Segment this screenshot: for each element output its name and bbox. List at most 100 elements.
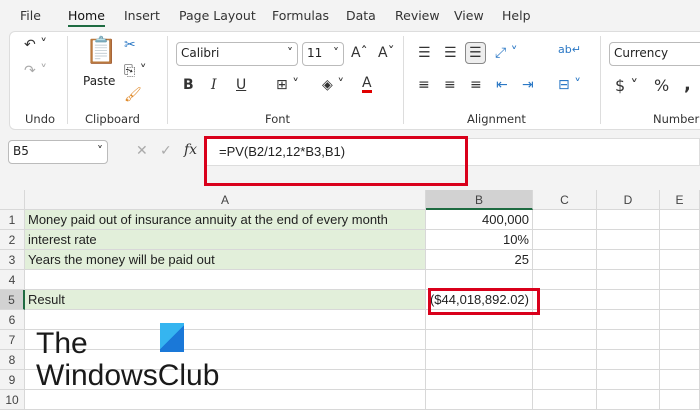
tab-insert[interactable]: Insert xyxy=(124,8,160,23)
tab-view[interactable]: View xyxy=(454,8,484,23)
cell-d5[interactable] xyxy=(597,290,660,310)
decrease-indent-icon[interactable]: ⇤ xyxy=(496,78,508,92)
cell-c6[interactable] xyxy=(533,310,597,330)
align-middle-icon[interactable]: ☰ xyxy=(444,46,457,60)
cell-c5[interactable] xyxy=(533,290,597,310)
cell-c4[interactable] xyxy=(533,270,597,290)
row-header[interactable]: 6 xyxy=(0,310,25,330)
cell-b2[interactable]: 10% xyxy=(426,230,533,250)
align-bottom-icon[interactable]: ☰ xyxy=(465,42,486,64)
column-header-d[interactable]: D xyxy=(597,190,660,210)
comma-icon[interactable]: , xyxy=(684,76,691,94)
cell-c7[interactable] xyxy=(533,330,597,350)
cell-e3[interactable] xyxy=(660,250,700,270)
align-top-icon[interactable]: ☰ xyxy=(418,46,431,60)
cell-e8[interactable] xyxy=(660,350,700,370)
merge-center-icon[interactable]: ⊟ ˅ xyxy=(558,78,581,92)
tab-formulas[interactable]: Formulas xyxy=(272,8,329,23)
tab-page-layout[interactable]: Page Layout xyxy=(179,8,256,23)
row-header[interactable]: 3 xyxy=(0,250,25,270)
cell-a1[interactable]: Money paid out of insurance annuity at t… xyxy=(25,210,426,230)
cell-b10[interactable] xyxy=(426,390,533,410)
cell-e10[interactable] xyxy=(660,390,700,410)
cell-a4[interactable] xyxy=(25,270,426,290)
insert-function-button[interactable]: fx xyxy=(184,143,197,157)
fill-color-icon[interactable]: ◈ ˅ xyxy=(322,78,344,92)
cell-d1[interactable] xyxy=(597,210,660,230)
enter-icon[interactable]: ✓ xyxy=(160,144,172,158)
cell-e4[interactable] xyxy=(660,270,700,290)
cell-d7[interactable] xyxy=(597,330,660,350)
cell-e2[interactable] xyxy=(660,230,700,250)
redo-icon[interactable]: ↷ ˅ xyxy=(24,64,47,78)
cell-c2[interactable] xyxy=(533,230,597,250)
tab-home[interactable]: Home xyxy=(68,8,105,27)
cell-d9[interactable] xyxy=(597,370,660,390)
cell-c3[interactable] xyxy=(533,250,597,270)
format-painter-icon[interactable]: 🖌 xyxy=(124,88,142,102)
cell-b3[interactable]: 25 xyxy=(426,250,533,270)
tab-review[interactable]: Review xyxy=(395,8,440,23)
cell-a2[interactable]: interest rate xyxy=(25,230,426,250)
row-header[interactable]: 1 xyxy=(0,210,25,230)
select-all-corner[interactable] xyxy=(0,190,25,210)
row-header[interactable]: 5 xyxy=(0,290,25,310)
cell-b9[interactable] xyxy=(426,370,533,390)
wrap-text-icon[interactable]: ab↵ xyxy=(558,44,581,55)
align-center-icon[interactable]: ≡ xyxy=(444,78,456,92)
paste-button[interactable]: Paste xyxy=(83,74,115,88)
orientation-icon[interactable]: ⤢ ˅ xyxy=(495,46,518,60)
align-right-icon[interactable]: ≡ xyxy=(470,78,482,92)
cell-e5[interactable] xyxy=(660,290,700,310)
cell-d10[interactable] xyxy=(597,390,660,410)
cell-d3[interactable] xyxy=(597,250,660,270)
cell-e9[interactable] xyxy=(660,370,700,390)
font-size-select[interactable]: 11 ˅ xyxy=(302,42,344,66)
number-format-select[interactable]: Currency xyxy=(609,42,700,66)
cell-c10[interactable] xyxy=(533,390,597,410)
paste-icon[interactable]: 📋 xyxy=(85,38,117,64)
italic-button[interactable]: I xyxy=(211,78,217,92)
cell-c8[interactable] xyxy=(533,350,597,370)
cell-c1[interactable] xyxy=(533,210,597,230)
cell-b7[interactable] xyxy=(426,330,533,350)
cell-a10[interactable] xyxy=(25,390,426,410)
cell-d4[interactable] xyxy=(597,270,660,290)
row-header[interactable]: 9 xyxy=(0,370,25,390)
undo-icon[interactable]: ↶ ˅ xyxy=(24,38,47,52)
cell-e6[interactable] xyxy=(660,310,700,330)
tab-data[interactable]: Data xyxy=(346,8,376,23)
cell-a5[interactable]: Result xyxy=(25,290,426,310)
row-header[interactable]: 10 xyxy=(0,390,25,410)
increase-font-icon[interactable]: Aˆ xyxy=(351,46,368,60)
tab-help[interactable]: Help xyxy=(502,8,531,23)
row-header[interactable]: 8 xyxy=(0,350,25,370)
cell-e7[interactable] xyxy=(660,330,700,350)
percent-icon[interactable]: % xyxy=(654,78,669,94)
decrease-font-icon[interactable]: Aˇ xyxy=(378,46,395,60)
cell-c9[interactable] xyxy=(533,370,597,390)
borders-icon[interactable]: ⊞ ˅ xyxy=(276,78,299,92)
bold-button[interactable]: B xyxy=(183,78,194,92)
cell-b4[interactable] xyxy=(426,270,533,290)
cut-icon[interactable]: ✂ xyxy=(124,38,136,52)
cell-b8[interactable] xyxy=(426,350,533,370)
font-color-icon[interactable]: A xyxy=(362,76,372,93)
cell-b1[interactable]: 400,000 xyxy=(426,210,533,230)
increase-indent-icon[interactable]: ⇥ xyxy=(522,78,534,92)
column-header-e[interactable]: E xyxy=(660,190,700,210)
row-header[interactable]: 7 xyxy=(0,330,25,350)
cell-a3[interactable]: Years the money will be paid out xyxy=(25,250,426,270)
name-box[interactable]: B5 ˅ xyxy=(8,140,108,164)
column-header-b[interactable]: B xyxy=(426,190,533,210)
font-name-select[interactable]: Calibri ˅ xyxy=(176,42,298,66)
cell-d2[interactable] xyxy=(597,230,660,250)
copy-icon[interactable]: ⎘ ˅ xyxy=(124,64,147,78)
currency-icon[interactable]: $ ˅ xyxy=(615,78,638,94)
align-left-icon[interactable]: ≡ xyxy=(418,78,430,92)
underline-button[interactable]: U xyxy=(236,78,246,92)
cell-d8[interactable] xyxy=(597,350,660,370)
tab-file[interactable]: File xyxy=(20,8,41,23)
cell-e1[interactable] xyxy=(660,210,700,230)
column-header-c[interactable]: C xyxy=(533,190,597,210)
